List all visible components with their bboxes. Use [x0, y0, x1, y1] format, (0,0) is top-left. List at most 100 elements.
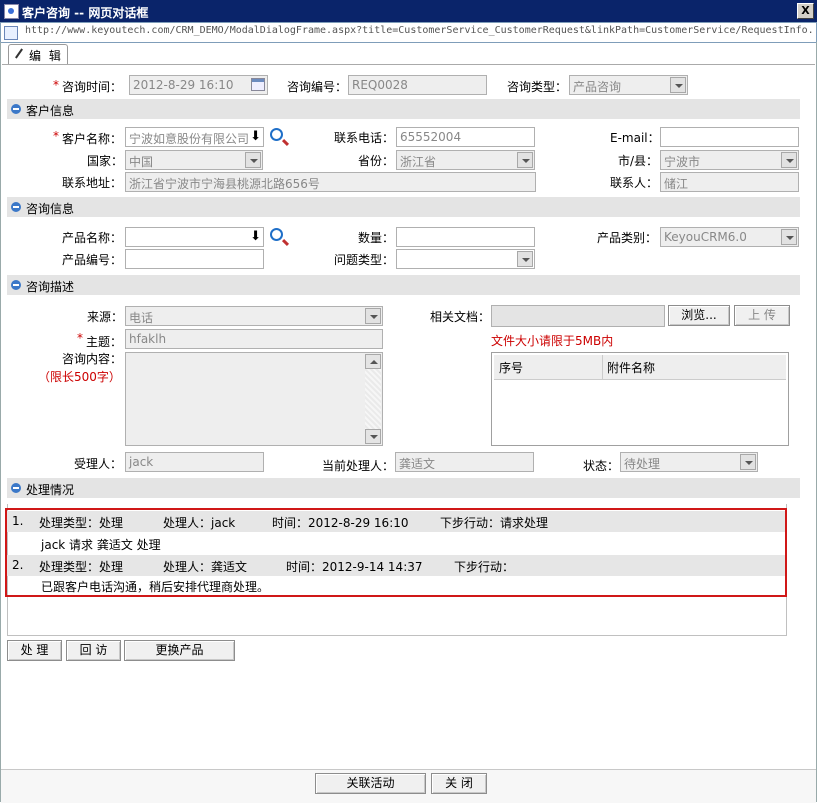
- history-record-header: 2. 处理类型：处理 处理人：龚适文 时间：2012-9-14 14:37 下步…: [7, 555, 785, 576]
- record-type: 处理类型：处理: [39, 560, 124, 574]
- upload-button[interactable]: 上 传: [734, 305, 790, 326]
- country-label: 国家：: [87, 154, 124, 168]
- section-customer-header[interactable]: 客户信息: [7, 99, 800, 119]
- product-code-field[interactable]: [125, 249, 264, 269]
- history-record-detail: jack 请求 龚适文 处理: [7, 533, 785, 554]
- status-label: 状态：: [583, 459, 620, 473]
- search-icon[interactable]: [270, 228, 283, 241]
- customer-name-field[interactable]: 宁波如意股份有限公司 ⬇: [125, 127, 264, 147]
- province-label: 省份：: [358, 154, 395, 168]
- attachments-col-no: 序号: [499, 361, 524, 375]
- source-select[interactable]: 电话: [125, 306, 383, 326]
- status-value: 待处理: [624, 457, 661, 471]
- record-time: 时间：2012-9-14 14:37: [286, 560, 423, 574]
- content-textarea[interactable]: [125, 352, 383, 446]
- history-record-header: 1. 处理类型：处理 处理人：jack 时间：2012-8-29 16:10 下…: [7, 511, 785, 532]
- contact-value: 储江: [664, 177, 689, 191]
- section-description-header[interactable]: 咨询描述: [7, 275, 800, 295]
- record-next-action: 下步行动：请求处理: [440, 516, 549, 530]
- history-record-detail: 已跟客户电话沟通，稍后安排代理商处理。: [7, 575, 785, 596]
- subject-field[interactable]: hfaklh: [125, 329, 383, 349]
- browse-button[interactable]: 浏览...: [668, 305, 730, 326]
- city-label: 市/县：: [618, 154, 659, 168]
- section-inquiry-title: 咨询信息: [26, 202, 75, 216]
- record-type: 处理类型：处理: [39, 516, 124, 530]
- section-processing-header[interactable]: 处理情况: [7, 478, 800, 498]
- contact-label: 联系人：: [610, 176, 659, 190]
- section-processing-title: 处理情况: [26, 483, 75, 497]
- related-activity-button[interactable]: 关联活动: [315, 773, 426, 794]
- record-number: 1.: [12, 514, 24, 528]
- assignee-field[interactable]: jack: [125, 452, 264, 472]
- record-next-action: 下步行动：: [454, 560, 515, 574]
- assignee-value: jack: [129, 455, 154, 469]
- close-window-button[interactable]: X: [797, 3, 814, 19]
- collapse-icon: [11, 280, 21, 290]
- edit-tab[interactable]: 编 辑: [8, 44, 68, 64]
- chevron-down-icon: [781, 229, 797, 245]
- subject-label: 主题：: [86, 335, 123, 349]
- close-button[interactable]: 关 闭: [431, 773, 487, 794]
- section-customer-title: 客户信息: [26, 104, 75, 118]
- record-handler: 处理人：jack: [163, 516, 236, 530]
- search-icon[interactable]: [270, 128, 283, 141]
- file-path-field[interactable]: [491, 305, 665, 327]
- page-icon: [4, 26, 18, 40]
- inquiry-type-value: 产品咨询: [573, 80, 622, 94]
- scroll-up-icon[interactable]: [365, 354, 381, 369]
- required-mark: *: [53, 129, 59, 143]
- email-label: E-mail：: [610, 131, 660, 145]
- phone-field[interactable]: 65552004: [396, 127, 535, 147]
- province-select[interactable]: 浙江省: [396, 150, 535, 170]
- chevron-down-icon: [245, 152, 261, 168]
- content-limit-note: （限长500字）: [38, 370, 121, 384]
- issue-type-select[interactable]: [396, 249, 535, 269]
- quantity-field[interactable]: [396, 227, 535, 247]
- section-description-title: 咨询描述: [26, 280, 75, 294]
- calendar-icon[interactable]: [251, 78, 265, 91]
- revisit-button[interactable]: 回 访: [66, 640, 121, 661]
- product-category-select[interactable]: KeyouCRM6.0: [660, 227, 799, 247]
- download-arrow-icon[interactable]: ⬇: [250, 229, 261, 244]
- address-field[interactable]: 浙江省宁波市宁海县桃源北路656号: [125, 172, 536, 192]
- product-name-field[interactable]: ⬇: [125, 227, 264, 247]
- status-select[interactable]: 待处理: [620, 452, 758, 472]
- record-time: 时间：2012-8-29 16:10: [272, 516, 409, 530]
- file-size-note: 文件大小请限于5MB内: [491, 334, 614, 348]
- required-mark: *: [77, 331, 83, 345]
- country-select[interactable]: 中国: [125, 150, 263, 170]
- address-value: 浙江省宁波市宁海县桃源北路656号: [129, 177, 320, 191]
- scroll-down-icon[interactable]: [365, 429, 381, 444]
- download-arrow-icon[interactable]: ⬇: [250, 129, 261, 144]
- chevron-down-icon: [740, 454, 756, 470]
- province-value: 浙江省: [400, 155, 437, 169]
- record-handler: 处理人：龚适文: [163, 560, 248, 574]
- contact-field[interactable]: 储江: [660, 172, 799, 192]
- edit-tab-label: 编 辑: [29, 49, 63, 63]
- scrollbar[interactable]: [365, 354, 381, 444]
- assignee-label: 受理人：: [74, 457, 123, 471]
- current-handler-value: 龚适文: [399, 457, 436, 471]
- address-label: 联系地址：: [62, 176, 123, 190]
- city-select[interactable]: 宁波市: [660, 150, 799, 170]
- inquiry-type-select[interactable]: 产品咨询: [569, 75, 688, 95]
- product-category-label: 产品类别：: [597, 231, 658, 245]
- record-number: 2.: [12, 558, 24, 572]
- phone-value: 65552004: [400, 130, 462, 144]
- customer-name-label: 客户名称：: [62, 132, 123, 146]
- section-inquiry-header[interactable]: 咨询信息: [7, 197, 800, 217]
- inquiry-time-value: 2012-8-29 16:10: [133, 78, 234, 92]
- window-titlebar: 客户咨询 -- 网页对话框 X: [0, 0, 817, 22]
- chevron-down-icon: [517, 251, 533, 267]
- ie-icon: [4, 4, 19, 19]
- product-code-label: 产品编号：: [62, 253, 123, 267]
- inquiry-no-field[interactable]: REQ0028: [348, 75, 487, 95]
- address-url: http://www.keyoutech.com/CRM_DEMO/ModalD…: [25, 25, 814, 36]
- inquiry-time-field[interactable]: 2012-8-29 16:10: [129, 75, 268, 95]
- process-button[interactable]: 处 理: [7, 640, 62, 661]
- current-handler-field[interactable]: 龚适文: [395, 452, 534, 472]
- country-value: 中国: [129, 155, 154, 169]
- change-product-button[interactable]: 更换产品: [124, 640, 235, 661]
- email-field[interactable]: [660, 127, 799, 147]
- product-name-label: 产品名称：: [62, 231, 123, 245]
